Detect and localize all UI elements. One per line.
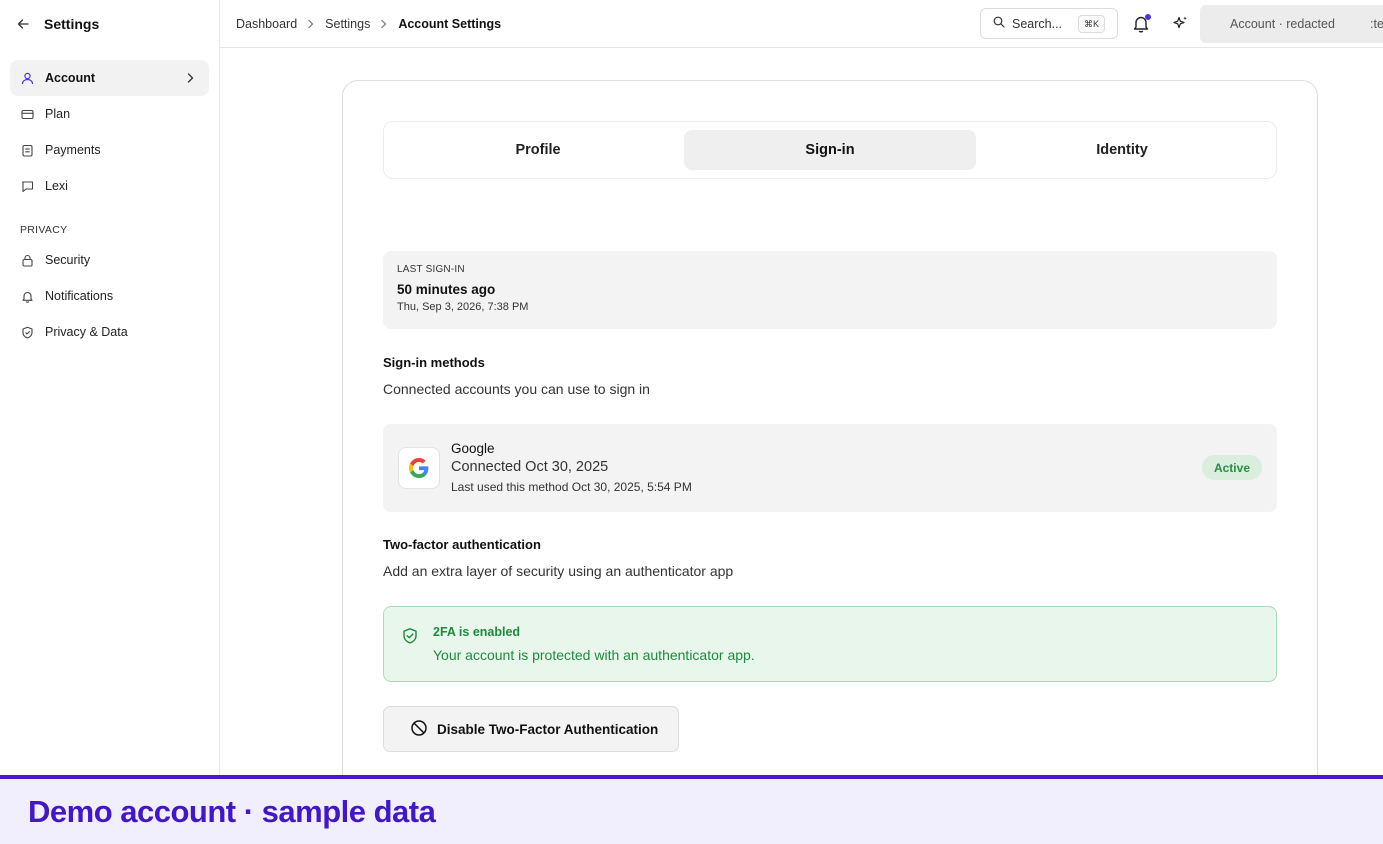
sidebar-item-label: Lexi [45,179,68,193]
google-logo-icon [398,447,440,489]
breadcrumb-settings[interactable]: Settings [325,17,370,31]
chevron-right-icon [187,72,197,84]
account-label: Account · redacted [1230,17,1335,31]
signin-methods-title: Sign-in methods [383,355,485,370]
search-icon [993,16,1005,31]
signin-method-google: Google Connected Oct 30, 2025 Last used … [383,424,1277,512]
two-factor-status-title: 2FA is enabled [433,625,521,639]
search-input[interactable]: Search... ⌘K [980,8,1118,39]
sidebar-title: Settings [44,16,100,32]
notification-dot [1145,14,1151,20]
demo-banner: Demo account · sample data [0,775,1383,844]
top-bar: Dashboard Settings Account Settings Sear… [220,0,1383,48]
chat-icon [20,179,34,193]
sidebar-item-plan[interactable]: Plan [10,96,209,132]
sidebar-item-notifications[interactable]: Notifications [10,278,209,314]
sidebar-header: Settings [0,0,219,48]
method-name: Google [451,441,495,456]
sidebar-item-lexi[interactable]: Lexi [10,168,209,204]
sidebar-section-privacy: PRIVACY [20,224,68,236]
sidebar-item-label: Account [45,71,95,85]
sidebar-nav: Account Plan Payments Lexi PRIVACY Secur… [0,48,219,350]
account-label-overflow: :te [1370,17,1383,31]
sidebar-item-label: Plan [45,107,71,121]
tab-profile[interactable]: Profile [392,130,684,170]
search-placeholder: Search... [1012,16,1063,31]
status-badge: Active [1201,455,1262,480]
disable-2fa-button[interactable]: Disable Two-Factor Authentication [383,706,679,752]
tab-sign-in[interactable]: Sign-in [684,130,976,170]
last-signin-value: 50 minutes ago [397,282,496,297]
disable-2fa-label: Disable Two-Factor Authentication [437,721,659,737]
sidebar-item-account[interactable]: Account [10,60,209,96]
sidebar-item-label: Payments [45,143,101,157]
sidebar: Settings Account Plan Payments Lexi PRIV… [0,0,220,778]
breadcrumb-dashboard[interactable]: Dashboard [236,17,297,31]
demo-banner-text: Demo account · sample data [28,793,436,829]
sidebar-item-label: Privacy & Data [45,325,128,339]
sidebar-item-payments[interactable]: Payments [10,132,209,168]
shield-icon [20,325,34,339]
tab-identity[interactable]: Identity [976,130,1268,170]
two-factor-status-description: Your account is protected with an authen… [433,647,755,663]
shield-check-icon [401,627,419,645]
bell-icon [20,289,34,303]
chevron-right-icon [380,19,388,29]
card-icon [20,107,34,121]
lock-icon [20,253,34,267]
search-shortcut: ⌘K [1077,15,1105,33]
sparkle-ai-icon[interactable] [1172,15,1190,33]
breadcrumb: Dashboard Settings Account Settings [220,17,501,31]
sidebar-item-label: Notifications [45,289,114,303]
tab-bar: Profile Sign-in Identity [383,121,1277,179]
receipt-icon [20,143,34,157]
ban-icon [410,719,428,740]
two-factor-title: Two-factor authentication [383,537,541,552]
signin-methods-description: Connected accounts you can use to sign i… [383,381,650,397]
two-factor-description: Add an extra layer of security using an … [383,563,734,579]
settings-card: Profile Sign-in Identity LAST SIGN-IN 50… [342,80,1318,800]
notifications-bell-icon[interactable] [1132,14,1152,34]
user-icon [20,71,34,85]
account-menu[interactable]: Account · redacted :te [1200,5,1383,43]
back-arrow-icon[interactable] [16,17,30,31]
last-signin-date: Thu, Sep 3, 2026, 7:38 PM [397,301,529,313]
breadcrumb-account-settings: Account Settings [398,16,502,31]
two-factor-status-panel: 2FA is enabled Your account is protected… [383,606,1277,682]
sidebar-item-privacy-data[interactable]: Privacy & Data [10,314,209,350]
sidebar-item-security[interactable]: Security [10,242,209,278]
chevron-right-icon [307,19,315,29]
last-signin-label: LAST SIGN-IN [397,264,465,275]
sidebar-item-label: Security [45,253,91,267]
method-last-used: Last used this method Oct 30, 2025, 5:54… [451,480,692,494]
method-connected: Connected Oct 30, 2025 [451,459,609,475]
last-signin-panel: LAST SIGN-IN 50 minutes ago Thu, Sep 3, … [383,251,1277,329]
